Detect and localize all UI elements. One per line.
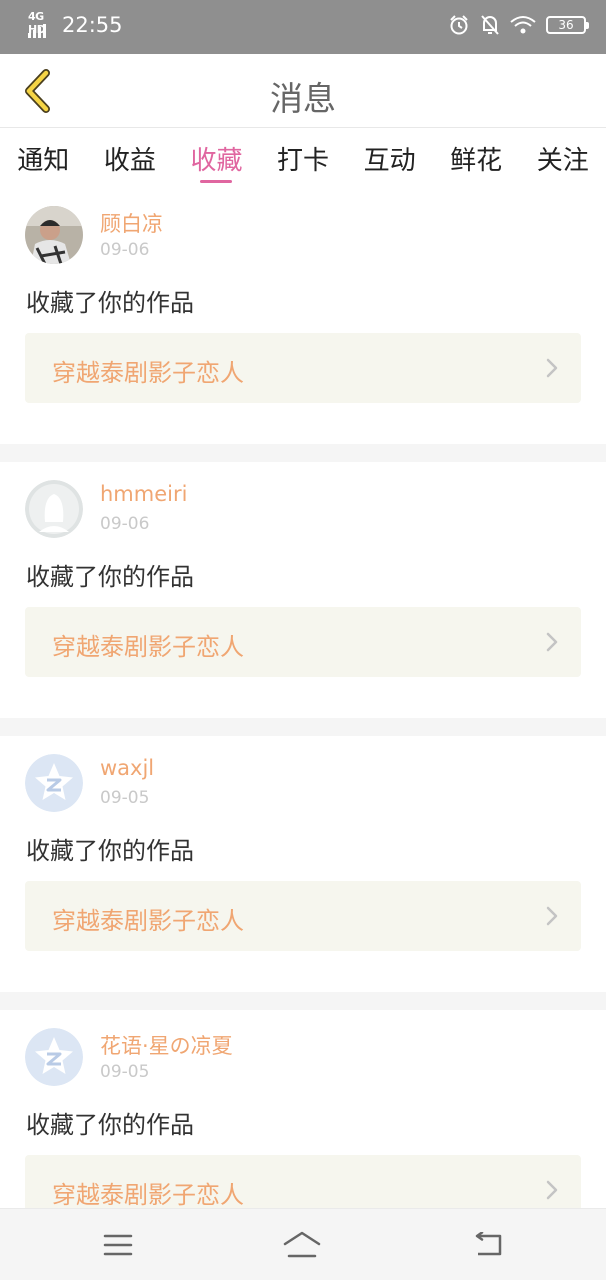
work-title: 穿越泰剧影子恋人 bbox=[52, 633, 244, 661]
tab-earnings[interactable]: 收益 bbox=[87, 128, 174, 188]
menu-button[interactable] bbox=[98, 1227, 138, 1263]
tab-label: 互动 bbox=[363, 146, 416, 176]
home-button[interactable] bbox=[282, 1227, 322, 1263]
date: 09-05 bbox=[100, 1062, 150, 1082]
back-nav-button[interactable] bbox=[468, 1227, 508, 1263]
tab-flowers[interactable]: 鲜花 bbox=[433, 128, 520, 188]
date: 09-05 bbox=[100, 788, 150, 808]
avatar[interactable] bbox=[25, 1028, 83, 1086]
tab-follow[interactable]: 关注 bbox=[519, 128, 606, 188]
wifi-icon bbox=[510, 16, 536, 34]
action-text: 收藏了你的作品 bbox=[26, 1111, 194, 1139]
work-link[interactable]: 穿越泰剧影子恋人 bbox=[25, 607, 581, 677]
status-left: 4G HD 22:55 bbox=[28, 10, 123, 38]
action-text: 收藏了你的作品 bbox=[26, 563, 194, 591]
alarm-icon bbox=[450, 15, 468, 35]
action-text: 收藏了你的作品 bbox=[26, 837, 194, 865]
separator bbox=[0, 992, 606, 1010]
work-title: 穿越泰剧影子恋人 bbox=[52, 907, 244, 935]
chevron-right-icon bbox=[546, 632, 558, 652]
chevron-right-icon bbox=[546, 906, 558, 926]
avatar[interactable] bbox=[25, 206, 83, 264]
tab-favorites[interactable]: 收藏 bbox=[173, 128, 260, 188]
work-link[interactable]: 穿越泰剧影子恋人 bbox=[25, 881, 581, 951]
active-tab-indicator bbox=[200, 180, 233, 183]
back-nav-icon bbox=[475, 1232, 502, 1256]
header: 消息 bbox=[0, 54, 606, 128]
signal-icon: 4G HD bbox=[28, 10, 56, 38]
chevron-right-icon bbox=[546, 358, 558, 378]
tab-label: 收益 bbox=[103, 146, 156, 176]
work-link[interactable]: 穿越泰剧影子恋人 bbox=[25, 333, 581, 403]
username[interactable]: 顾白凉 bbox=[100, 208, 163, 238]
tab-label: 打卡 bbox=[277, 146, 330, 176]
page-title: 消息 bbox=[270, 79, 336, 118]
separator bbox=[0, 444, 606, 462]
username[interactable]: waxjl bbox=[100, 756, 154, 780]
list-item: 顾白凉 09-06 收藏了你的作品 穿越泰剧影子恋人 bbox=[0, 188, 606, 444]
work-title: 穿越泰剧影子恋人 bbox=[52, 359, 244, 387]
work-title: 穿越泰剧影子恋人 bbox=[52, 1181, 244, 1209]
default-avatar-icon bbox=[25, 480, 83, 538]
list-item: hmmeiri 09-06 收藏了你的作品 穿越泰剧影子恋人 bbox=[0, 462, 606, 718]
avatar[interactable] bbox=[25, 480, 83, 538]
battery-icon: 36 bbox=[546, 16, 589, 34]
system-nav-bar bbox=[0, 1208, 606, 1280]
tab-label: 通知 bbox=[17, 146, 70, 176]
user-photo-icon bbox=[25, 206, 83, 264]
mute-bell-icon bbox=[481, 15, 499, 35]
tab-label: 收藏 bbox=[190, 146, 243, 176]
menu-icon bbox=[103, 1234, 133, 1256]
chevron-right-icon bbox=[546, 1180, 558, 1200]
tab-notice[interactable]: 通知 bbox=[0, 128, 87, 188]
avatar[interactable] bbox=[25, 754, 83, 812]
tab-label: 鲜花 bbox=[450, 146, 503, 176]
status-right: 36 bbox=[448, 14, 589, 36]
qzone-star-icon bbox=[25, 754, 83, 812]
date: 09-06 bbox=[100, 514, 150, 534]
status-bar: 4G HD 22:55 36 bbox=[0, 0, 606, 54]
username[interactable]: hmmeiri bbox=[100, 482, 187, 506]
message-list: 顾白凉 09-06 收藏了你的作品 穿越泰剧影子恋人 hmmeiri 09-06… bbox=[0, 188, 606, 1280]
home-icon bbox=[283, 1231, 321, 1258]
list-item: waxjl 09-05 收藏了你的作品 穿越泰剧影子恋人 bbox=[0, 736, 606, 992]
date: 09-06 bbox=[100, 240, 150, 260]
tab-label: 关注 bbox=[536, 146, 589, 176]
qzone-star-icon bbox=[25, 1028, 83, 1086]
action-text: 收藏了你的作品 bbox=[26, 289, 194, 317]
tab-bar: 通知 收益 收藏 打卡 互动 鲜花 关注 bbox=[0, 128, 606, 188]
tab-checkin[interactable]: 打卡 bbox=[260, 128, 347, 188]
username[interactable]: 花语·星の凉夏 bbox=[100, 1030, 233, 1060]
battery-level: 36 bbox=[558, 18, 574, 32]
separator bbox=[0, 718, 606, 736]
clock: 22:55 bbox=[62, 13, 123, 37]
tab-interaction[interactable]: 互动 bbox=[346, 128, 433, 188]
